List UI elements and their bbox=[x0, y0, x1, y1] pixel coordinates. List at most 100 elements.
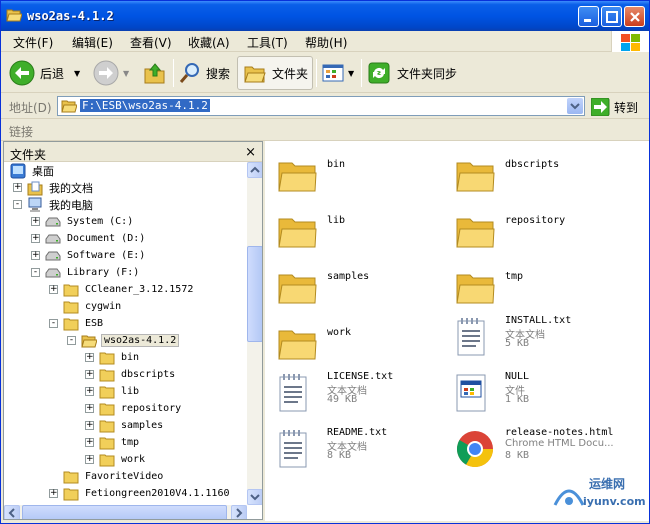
tree-horizontal-scrollbar[interactable] bbox=[4, 505, 247, 519]
tree-item[interactable]: + Software (E:) bbox=[31, 247, 147, 264]
tree-item[interactable]: + 我的文档 bbox=[13, 179, 95, 196]
minimize-button[interactable] bbox=[578, 6, 599, 27]
folders-pane: 文件夹 × 桌面 + 我的文档 - 我的电脑 + System (C:) + Document … bbox=[3, 141, 263, 520]
tree-expand-button[interactable]: + bbox=[85, 404, 94, 413]
folder-item[interactable]: tmp bbox=[447, 259, 627, 309]
tree-item[interactable]: + Document (D:) bbox=[31, 230, 147, 247]
menu-favorites[interactable]: 收藏(A) bbox=[188, 34, 230, 51]
back-button[interactable]: 后退 ▼ bbox=[9, 56, 80, 90]
item-name: bin bbox=[327, 159, 346, 170]
tree-expand-button[interactable]: + bbox=[49, 285, 58, 294]
chevron-right-icon bbox=[236, 508, 243, 518]
views-button[interactable]: ▼ bbox=[321, 56, 354, 90]
maximize-button[interactable] bbox=[601, 6, 622, 27]
up-button[interactable] bbox=[143, 56, 167, 90]
tree-item[interactable]: + lib bbox=[85, 383, 141, 400]
folder-icon bbox=[99, 402, 115, 416]
desktop-icon bbox=[10, 163, 26, 179]
folder-icon bbox=[63, 317, 79, 331]
tree-collapse-button[interactable]: - bbox=[31, 268, 40, 277]
folder-item[interactable]: repository bbox=[447, 203, 627, 253]
tree-item[interactable]: + Fetiongreen2010V4.1.1160 bbox=[49, 485, 232, 502]
folder-item[interactable]: work bbox=[269, 315, 449, 365]
tree-item[interactable]: 桌面 bbox=[10, 162, 56, 179]
tree-item[interactable]: + CCleaner_3.12.1572 bbox=[49, 281, 195, 298]
folders-pane-close-button[interactable]: × bbox=[245, 145, 256, 160]
file-item[interactable]: LICENSE.txt 文本文档 49 KB bbox=[269, 371, 449, 421]
back-dropdown-icon[interactable]: ▼ bbox=[74, 69, 80, 78]
scroll-thumb[interactable] bbox=[247, 246, 262, 342]
folder-item[interactable]: dbscripts bbox=[447, 147, 627, 197]
folder-icon bbox=[99, 436, 115, 450]
tree-expand-button[interactable]: + bbox=[31, 251, 40, 260]
tree-item[interactable]: - wso2as-4.1.2 bbox=[67, 332, 180, 349]
links-bar[interactable]: 链接 bbox=[1, 119, 649, 141]
title-bar[interactable]: wso2as-4.1.2 bbox=[1, 1, 649, 31]
scroll-left-button[interactable] bbox=[4, 505, 20, 519]
address-input[interactable]: F:\ESB\wso2as-4.1.2 bbox=[57, 96, 585, 116]
watermark: 运维网 iyunv.com bbox=[549, 471, 646, 515]
tree-collapse-button[interactable]: - bbox=[67, 336, 76, 345]
menu-help[interactable]: 帮助(H) bbox=[305, 34, 347, 51]
folder-item[interactable]: bin bbox=[269, 147, 449, 197]
scroll-down-button[interactable] bbox=[247, 489, 262, 505]
tree-collapse-button[interactable]: - bbox=[49, 319, 58, 328]
tree-vertical-scrollbar[interactable] bbox=[247, 162, 262, 505]
tree-item[interactable]: FavoriteVideo bbox=[49, 468, 165, 485]
close-button[interactable] bbox=[624, 6, 645, 27]
tree-item[interactable]: cygwin bbox=[49, 298, 123, 315]
address-dropdown-button[interactable] bbox=[567, 98, 583, 114]
tree-expand-button[interactable]: + bbox=[13, 183, 22, 192]
tree-item[interactable]: + bin bbox=[85, 349, 141, 366]
text-document-icon bbox=[277, 373, 309, 416]
drive-icon bbox=[45, 231, 61, 247]
folder-item[interactable]: samples bbox=[269, 259, 449, 309]
tree-expand-button[interactable]: + bbox=[31, 234, 40, 243]
folder-sync-button[interactable]: 文件夹同步 bbox=[367, 56, 457, 90]
file-item[interactable]: INSTALL.txt 文本文档 5 KB bbox=[447, 315, 627, 365]
back-arrow-icon bbox=[9, 60, 35, 86]
windows-flag-icon bbox=[621, 34, 640, 51]
menu-tools[interactable]: 工具(T) bbox=[247, 34, 288, 51]
folder-item[interactable]: lib bbox=[269, 203, 449, 253]
tree-expand-button[interactable]: + bbox=[85, 387, 94, 396]
tree-item[interactable]: + work bbox=[85, 451, 147, 468]
tree-expand-button[interactable]: + bbox=[85, 421, 94, 430]
views-dropdown-icon[interactable]: ▼ bbox=[348, 69, 354, 78]
forward-dropdown-icon[interactable]: ▼ bbox=[123, 69, 129, 78]
item-name: work bbox=[327, 327, 352, 338]
tree-item[interactable]: + tmp bbox=[85, 434, 141, 451]
tree-expand-button[interactable]: + bbox=[49, 489, 58, 498]
folders-button[interactable]: 文件夹 bbox=[237, 56, 313, 90]
scroll-up-button[interactable] bbox=[247, 162, 262, 178]
file-item[interactable]: release-notes.html Chrome HTML Docu... 8 K… bbox=[447, 427, 627, 477]
menu-edit[interactable]: 编辑(E) bbox=[72, 34, 113, 51]
search-button[interactable]: 搜索 bbox=[178, 56, 230, 90]
tree-expand-button[interactable]: + bbox=[85, 438, 94, 447]
sync-icon bbox=[368, 62, 390, 84]
tree-item-label: dbscripts bbox=[121, 369, 176, 380]
tree-item[interactable]: - ESB bbox=[49, 315, 105, 332]
menu-view[interactable]: 查看(V) bbox=[130, 34, 172, 51]
tree-item[interactable]: + dbscripts bbox=[85, 366, 177, 383]
file-item[interactable]: NULL 文件 1 KB bbox=[447, 371, 627, 421]
folder-icon bbox=[455, 157, 495, 196]
menu-file[interactable]: 文件(F) bbox=[13, 34, 53, 51]
horizontal-scroll-thumb[interactable] bbox=[22, 505, 227, 519]
tree-expand-button[interactable]: + bbox=[85, 455, 94, 464]
forward-button[interactable]: ▼ bbox=[93, 56, 129, 90]
tree-expand-button[interactable]: + bbox=[31, 217, 40, 226]
tree-item[interactable]: + System (C:) bbox=[31, 213, 135, 230]
tree-expand-button[interactable]: + bbox=[85, 370, 94, 379]
folders-pane-title: 文件夹 bbox=[10, 148, 47, 162]
tree-item[interactable]: + samples bbox=[85, 417, 165, 434]
file-item[interactable]: README.txt 文本文档 8 KB bbox=[269, 427, 449, 477]
scroll-right-button[interactable] bbox=[231, 505, 247, 519]
tree-item[interactable]: + repository bbox=[85, 400, 183, 417]
tree-item[interactable]: - 我的电脑 bbox=[13, 196, 95, 213]
tree-collapse-button[interactable]: - bbox=[13, 200, 22, 209]
tree-item[interactable]: - Library (F:) bbox=[31, 264, 141, 281]
folders-pane-header: 文件夹 × bbox=[4, 142, 262, 162]
go-button[interactable]: 转到 bbox=[591, 97, 638, 117]
tree-expand-button[interactable]: + bbox=[85, 353, 94, 362]
